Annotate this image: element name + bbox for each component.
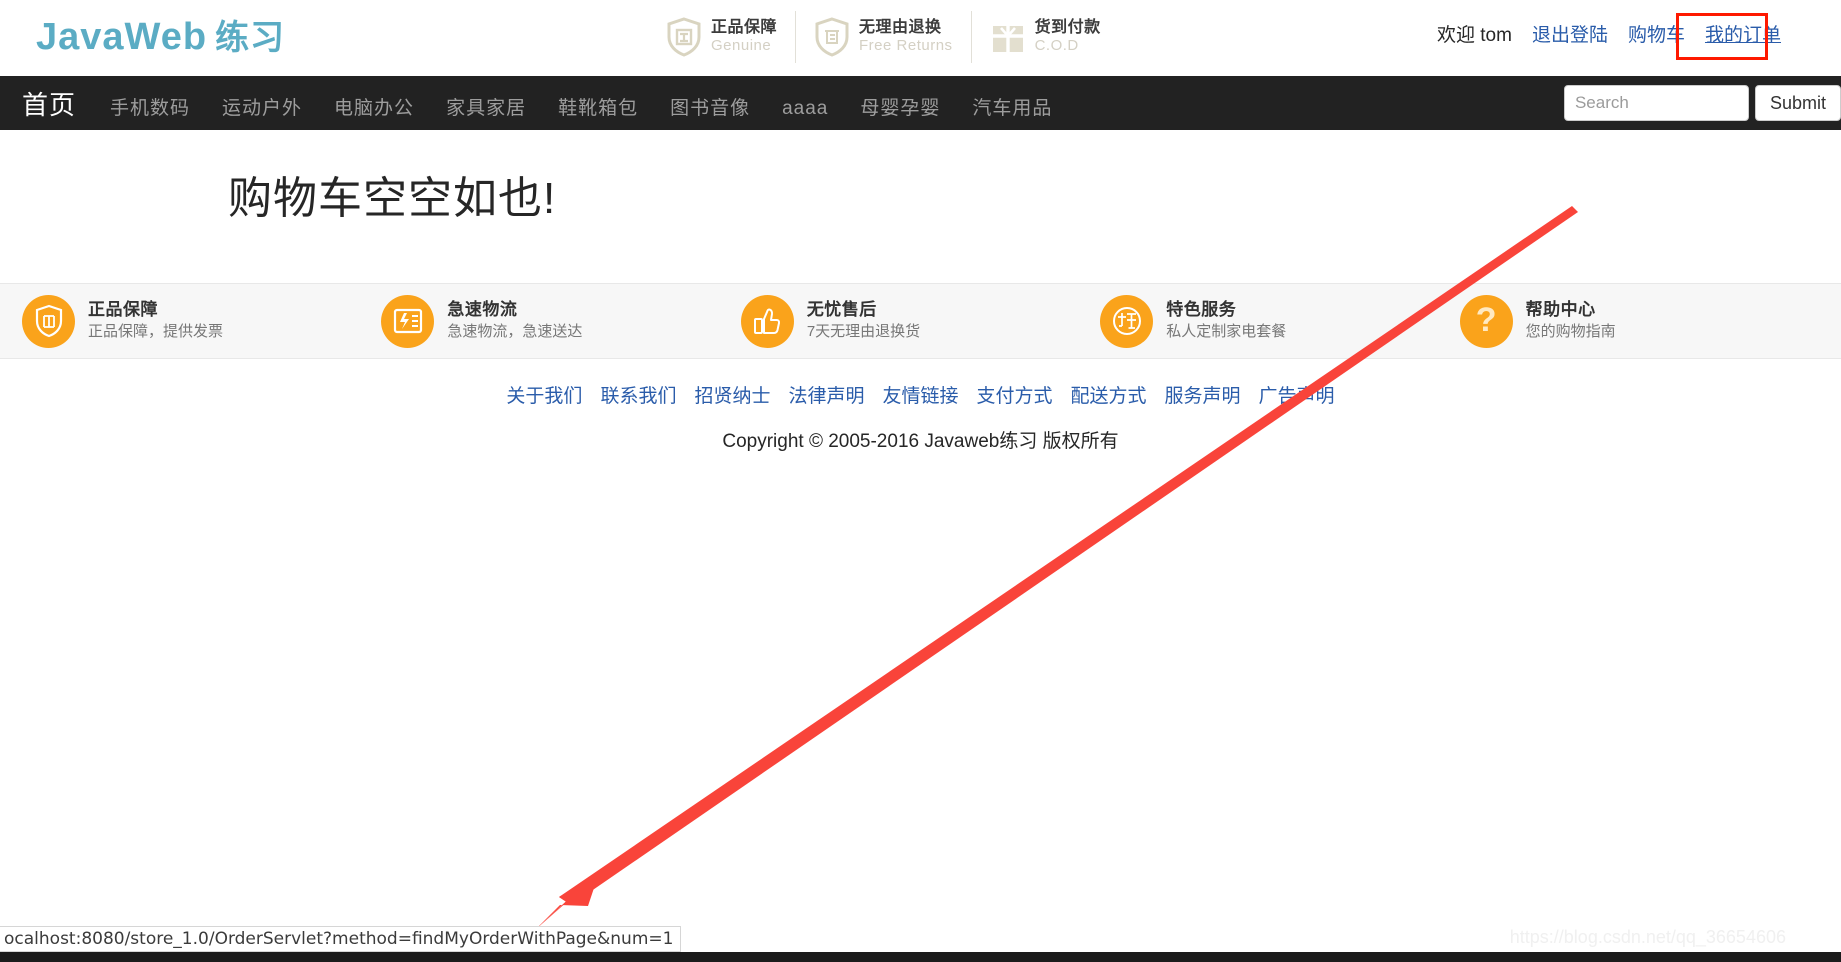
feature-after-sales-text: 无忧售后 7天无理由退换货	[807, 299, 920, 343]
badge-cod-en: C.O.D	[1034, 37, 1079, 54]
feature-help-center-text: 帮助中心 您的购物指南	[1526, 299, 1616, 343]
badge-cod-text: 货到付款 C.O.D	[1035, 19, 1101, 56]
search-submit-button[interactable]: Submit	[1754, 85, 1841, 121]
logo-main-text: JavaWeb	[36, 16, 208, 58]
feature-special-service-text: 特色服务 私人定制家电套餐	[1166, 299, 1286, 343]
badge-free-returns: 无理由退换 Free Returns	[795, 11, 971, 63]
footer-link-list: 关于我们 联系我们 招贤纳士 法律声明 友情链接 支付方式 配送方式 服务声明 …	[0, 381, 1841, 408]
badge-genuine-cn: 正品保障	[711, 18, 778, 36]
footer-link-about-us[interactable]: 关于我们	[506, 381, 582, 408]
badge-free-returns-cn: 无理由退换	[859, 18, 942, 36]
logo-cn-text: 练习	[215, 19, 286, 57]
empty-cart-title: 购物车空空如也!	[228, 174, 557, 223]
fast-delivery-icon	[381, 294, 435, 348]
footer-link-payment[interactable]: 支付方式	[977, 381, 1053, 408]
footer-link-careers[interactable]: 招贤纳士	[694, 381, 770, 408]
site-header: JavaWeb 练习 正品保障 Genuine 无理由退换 Free Retur…	[0, 0, 1841, 76]
shield-genuine-icon	[22, 294, 75, 348]
badge-genuine: 正品保障 Genuine	[648, 11, 795, 63]
site-footer: 关于我们 联系我们 招贤纳士 法律声明 友情链接 支付方式 配送方式 服务声明 …	[0, 359, 1841, 453]
badge-cod-cn: 货到付款	[1034, 18, 1101, 36]
blog-watermark: https://blog.csdn.net/qq_36654606	[1509, 927, 1786, 947]
feature-special-service-sub: 私人定制家电套餐	[1166, 323, 1287, 340]
feature-genuine: 正品保障 正品保障，提供发票	[22, 294, 381, 348]
search-form: Submit	[1563, 85, 1841, 121]
footer-link-contact-us[interactable]: 联系我们	[600, 381, 676, 408]
site-logo[interactable]: JavaWeb 练习	[36, 10, 285, 59]
shopping-cart-link[interactable]: 购物车	[1628, 20, 1685, 47]
feature-special-service-title: 特色服务	[1166, 300, 1237, 320]
feature-fast-delivery-sub: 急速物流，急速送达	[447, 323, 583, 340]
badge-free-returns-text: 无理由退换 Free Returns	[859, 19, 953, 56]
feature-help-center-sub: 您的购物指南	[1525, 323, 1616, 340]
feature-genuine-title: 正品保障	[88, 300, 158, 320]
browser-bottom-strip	[0, 952, 1841, 962]
nav-item-books-media[interactable]: 图书音像	[670, 93, 750, 120]
copyright-text: Copyright © 2005-2016 Javaweb练习 版权所有	[722, 431, 1119, 452]
header-badges: 正品保障 Genuine 无理由退换 Free Returns 货到付款 C.O…	[648, 8, 1119, 66]
nav-item-aaaa[interactable]: aaaa	[782, 98, 828, 120]
main-navbar: 首页 手机数码 运动户外 电脑办公 家具家居 鞋靴箱包 图书音像 aaaa 母婴…	[0, 76, 1841, 130]
nav-item-auto[interactable]: 汽车用品	[972, 93, 1052, 120]
browser-page: JavaWeb 练习 正品保障 Genuine 无理由退换 Free Retur…	[0, 0, 1841, 962]
badge-genuine-en: Genuine	[711, 37, 772, 54]
status-bar-url: ocalhost:8080/store_1.0/OrderServlet?met…	[4, 929, 674, 949]
gift-box-icon	[990, 17, 1026, 57]
shield-returns-icon	[814, 17, 850, 57]
service-feature-band: 正品保障 正品保障，提供发票 急速物流 急速物流，急速送达 无忧售后 7天无理由…	[0, 283, 1841, 359]
footer-link-legal[interactable]: 法律声明	[788, 381, 864, 408]
shield-genuine-icon	[666, 17, 702, 57]
footer-link-advertising[interactable]: 广告声明	[1259, 381, 1335, 408]
search-input[interactable]	[1563, 85, 1749, 121]
nav-item-maternity[interactable]: 母婴孕婴	[860, 93, 940, 120]
nav-item-sports[interactable]: 运动户外	[222, 93, 302, 120]
feature-genuine-sub: 正品保障，提供发票	[88, 323, 224, 340]
feature-fast-delivery: 急速物流 急速物流，急速送达	[381, 294, 740, 348]
feature-fast-delivery-title: 急速物流	[447, 300, 518, 320]
special-service-icon	[1100, 294, 1154, 348]
nav-item-furniture[interactable]: 家具家居	[446, 93, 526, 120]
question-mark-icon: ?	[1459, 294, 1513, 348]
nav-item-shoes-bags[interactable]: 鞋靴箱包	[558, 93, 638, 120]
feature-after-sales-title: 无忧售后	[806, 300, 877, 320]
my-orders-link[interactable]: 我的订单	[1705, 20, 1781, 47]
nav-item-home[interactable]: 首页	[22, 85, 76, 122]
nav-item-list: 首页 手机数码 运动户外 电脑办公 家具家居 鞋靴箱包 图书音像 aaaa 母婴…	[0, 85, 1084, 122]
badge-genuine-text: 正品保障 Genuine	[711, 19, 777, 56]
feature-after-sales-sub: 7天无理由退换货	[806, 323, 921, 340]
feature-after-sales: 无忧售后 7天无理由退换货	[740, 294, 1100, 348]
welcome-message: 欢迎 tom	[1437, 25, 1512, 46]
user-account-area: 欢迎 tom 退出登陆 购物车 我的订单	[1437, 20, 1781, 47]
footer-link-service[interactable]: 服务声明	[1165, 381, 1241, 408]
nav-item-phones[interactable]: 手机数码	[110, 93, 190, 120]
feature-genuine-text: 正品保障 正品保障，提供发票	[88, 299, 223, 343]
logout-link[interactable]: 退出登陆	[1532, 20, 1608, 47]
footer-link-shipping[interactable]: 配送方式	[1071, 381, 1147, 408]
main-content: 购物车空空如也!	[0, 130, 1841, 283]
thumbs-up-icon	[740, 294, 794, 348]
feature-fast-delivery-text: 急速物流 急速物流，急速送达	[447, 299, 582, 343]
browser-status-bar: ocalhost:8080/store_1.0/OrderServlet?met…	[0, 926, 682, 952]
feature-help-center: ? 帮助中心 您的购物指南	[1459, 294, 1819, 348]
feature-special-service: 特色服务 私人定制家电套餐	[1100, 294, 1459, 348]
footer-link-partners[interactable]: 友情链接	[882, 381, 958, 408]
badge-cod: 货到付款 C.O.D	[970, 11, 1119, 63]
feature-help-center-title: 帮助中心	[1525, 300, 1596, 320]
badge-free-returns-en: Free Returns	[859, 37, 953, 54]
nav-item-computers[interactable]: 电脑办公	[334, 93, 414, 120]
